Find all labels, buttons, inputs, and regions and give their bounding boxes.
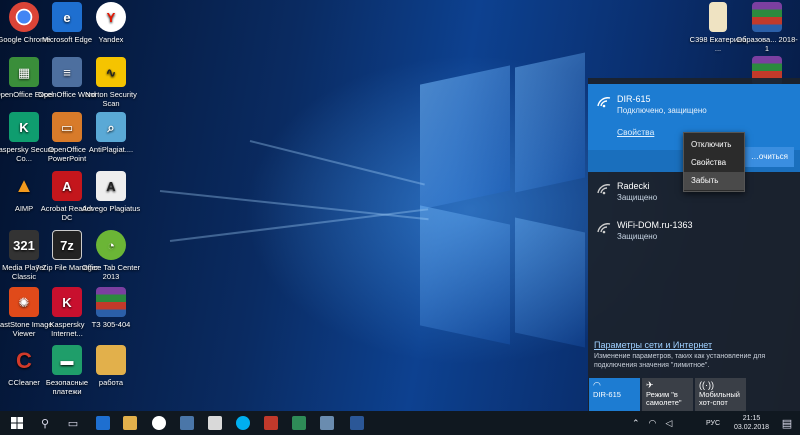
task-view-button[interactable]: ▭ [60, 411, 86, 435]
tray-network-icon[interactable]: ◠ [649, 418, 657, 429]
taskbar-word-icon[interactable] [350, 416, 364, 430]
notification-icon: ▤ [781, 417, 793, 430]
taskbar-app-icon[interactable] [320, 416, 334, 430]
menu-item-disconnect[interactable]: Отключить [684, 136, 744, 154]
winrar-archive-icon [96, 287, 126, 317]
action-center-button[interactable]: ▤ [774, 411, 800, 435]
tray-icons: ⌃ ◠ ◁ [632, 411, 672, 435]
network-status: Защищено [617, 232, 658, 241]
desktop-icon-label: Образова... 2018-1 [736, 35, 798, 53]
hotspot-icon: ((·)) [699, 380, 714, 390]
taskbar-vk-icon[interactable] [180, 416, 194, 430]
taskbar-skype-icon[interactable] [236, 416, 250, 430]
7zip-icon: 7z [52, 230, 82, 260]
wallpaper-light-beam [249, 140, 425, 186]
desktop-icon-label: AntiPlagiat.... [88, 145, 134, 154]
desktop-icon-yandex[interactable]: Y Yandex [79, 2, 143, 44]
disconnect-button[interactable]: …очиться [738, 147, 794, 167]
tray-volume-icon[interactable]: ◁ [665, 418, 672, 429]
acrobat-icon: A [52, 171, 82, 201]
network-settings-description: Изменение параметров, таких как установл… [594, 353, 766, 369]
kaspersky-internet-icon: K [52, 287, 82, 317]
network-name: DIR-615 [617, 94, 651, 104]
taskbar-mail-icon[interactable] [208, 416, 222, 430]
windows-logo-icon [11, 417, 23, 429]
taskbar: ⚲ ▭ ⌃ ◠ ◁ РУС 21:15 03.02.2018 ▤ [0, 411, 800, 435]
desktop-icon-office-tab[interactable]: ◔ Office Tab Center 2013 [79, 230, 143, 281]
antiplagiat-icon: ⌕ [96, 112, 126, 142]
wallpaper-light-beam [169, 208, 429, 242]
presentation-icon: ▭ [52, 112, 82, 142]
quick-action-label: DIR-615 [593, 390, 621, 399]
yandex-icon: Y [96, 2, 126, 32]
desktop-icon-norton[interactable]: ∿ Norton Security Scan [79, 57, 143, 108]
clock-time: 21:15 [742, 415, 761, 422]
network-status: Подключено, защищено [617, 106, 707, 115]
desktop-icon-label: Office Tab Center 2013 [81, 263, 141, 281]
desktop-icon-folder-rabota[interactable]: работа [79, 345, 143, 387]
winrar-archive-icon [752, 2, 782, 32]
airplane-icon: ✈ [646, 380, 654, 390]
taskbar-explorer-icon[interactable] [123, 416, 137, 430]
wifi-icon [597, 184, 611, 195]
wifi-icon: ◠ [593, 380, 601, 390]
desktop-icon-antiplagiat[interactable]: ⌕ AntiPlagiat.... [79, 112, 143, 154]
wallpaper-window-pane [420, 65, 510, 210]
wifi-icon [597, 223, 611, 234]
search-icon: ⚲ [40, 417, 50, 430]
network-name[interactable]: Radecki [617, 181, 650, 191]
taskbar-app-icon[interactable] [264, 416, 278, 430]
desktop-icon-tz-archive[interactable]: ТЗ 305-404 [79, 287, 143, 329]
desktop-icon-label: AIMP [14, 204, 34, 213]
clock-date: 03.02.2018 [734, 424, 770, 431]
network-name[interactable]: WiFi-DOM.ru-1363 [617, 220, 693, 230]
wifi-icon [597, 97, 611, 108]
quick-action-label: Режим "в самолете" [646, 390, 682, 407]
desktop-icon-label: Norton Security Scan [85, 90, 137, 108]
start-button[interactable] [4, 411, 30, 435]
menu-item-properties[interactable]: Свойства [684, 154, 744, 172]
document-icon: ≡ [52, 57, 82, 87]
taskbar-app-icon[interactable] [292, 416, 306, 430]
network-context-menu: Отключить Свойства Забыть [683, 132, 745, 192]
wallpaper-window-pane [515, 217, 585, 348]
wallpaper-window-pane [515, 52, 585, 193]
network-status: Защищено [617, 193, 658, 202]
desktop-icon-label: Advego Plagiatus [81, 204, 141, 213]
advego-icon: A [96, 171, 126, 201]
network-properties-link[interactable]: Свойства [617, 127, 654, 137]
desktop-icon-obrazova[interactable]: Образова... 2018-1 [735, 2, 799, 53]
archive-file-icon [709, 2, 727, 32]
wallpaper-light-beam [159, 190, 429, 221]
network-settings-link[interactable]: Параметры сети и Интернет [594, 340, 712, 350]
quick-action-label: Мобильный хот-спот [699, 390, 740, 407]
desktop-icon-advego[interactable]: A Advego Plagiatus [79, 171, 143, 213]
office-tab-icon: ◔ [96, 230, 126, 260]
desktop-icon-label: ТЗ 305-404 [91, 320, 131, 329]
search-button[interactable]: ⚲ [32, 411, 58, 435]
language-indicator[interactable]: РУС [706, 411, 720, 435]
desktop-icon-label: работа [98, 378, 124, 387]
norton-icon: ∿ [96, 57, 126, 87]
desktop-icon-label: Yandex [98, 35, 124, 44]
taskbar-yandex-icon[interactable] [152, 416, 166, 430]
menu-item-forget[interactable]: Забыть [684, 172, 744, 190]
safe-payment-icon: ▬ [52, 345, 82, 375]
taskbar-edge-icon[interactable] [96, 416, 110, 430]
wallpaper-window-pane [420, 205, 510, 345]
task-view-icon: ▭ [67, 417, 79, 430]
clock[interactable]: 21:15 03.02.2018 [734, 411, 769, 435]
folder-icon [96, 345, 126, 375]
tray-chevron-icon[interactable]: ⌃ [632, 418, 640, 429]
edge-icon: e [52, 2, 82, 32]
